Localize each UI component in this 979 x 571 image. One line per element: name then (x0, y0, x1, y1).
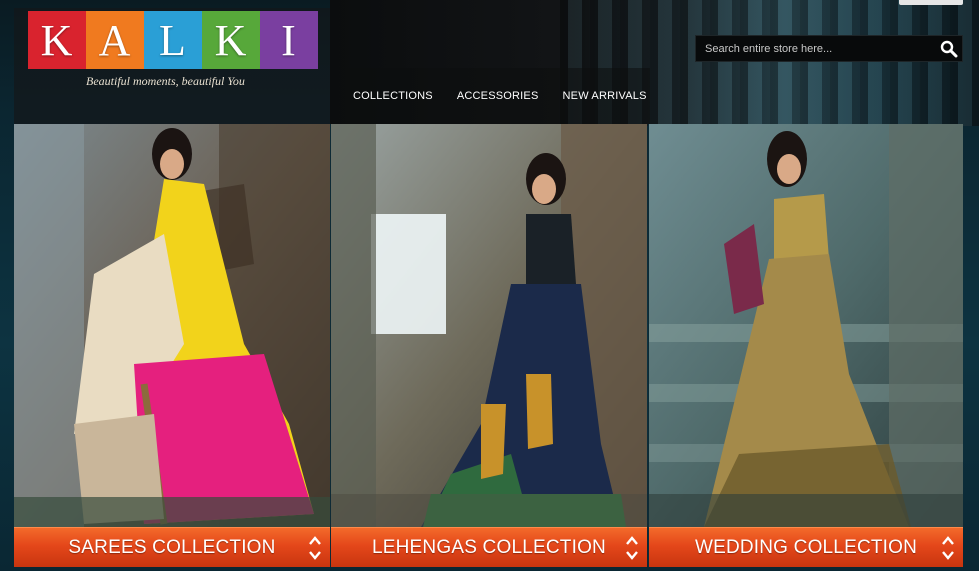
logo-letter: K (202, 11, 260, 69)
sarees-collection-label: SAREES COLLECTION (68, 536, 276, 558)
search-icon[interactable] (940, 40, 958, 58)
wedding-collection-bar[interactable]: WEDDING COLLECTION (649, 527, 963, 567)
expand-arrows-icon[interactable] (625, 534, 639, 562)
logo-area[interactable]: K A L K I Beautiful moments, beautiful Y… (14, 8, 330, 124)
sarees-photo[interactable] (14, 124, 330, 527)
wedding-collection-label: WEDDING COLLECTION (694, 536, 918, 558)
logo-letter: A (86, 11, 144, 69)
wedding-photo[interactable] (649, 124, 963, 527)
sarees-panel[interactable]: SAREES COLLECTION (14, 124, 330, 567)
logo-letter: I (260, 11, 318, 69)
expand-arrows-icon[interactable] (941, 534, 955, 562)
nav-accessories[interactable]: ACCESSORIES (457, 90, 539, 102)
utility-links[interactable] (899, 0, 963, 5)
panel-divider (648, 124, 649, 567)
sarees-collection-bar[interactable]: SAREES COLLECTION (14, 527, 330, 567)
lehengas-photo[interactable] (331, 124, 647, 527)
lehengas-collection-bar[interactable]: LEHENGAS COLLECTION (331, 527, 647, 567)
logo[interactable]: K A L K I (28, 11, 318, 69)
lehengas-panel[interactable]: LEHENGAS COLLECTION (331, 124, 647, 567)
wedding-panel[interactable]: WEDDING COLLECTION (649, 124, 963, 567)
search-box (695, 35, 963, 62)
search-input[interactable] (696, 36, 932, 61)
lehengas-collection-label: LEHENGAS COLLECTION (372, 536, 606, 558)
main-nav: COLLECTIONS ACCESSORIES NEW ARRIVALS (330, 68, 650, 124)
expand-arrows-icon[interactable] (308, 534, 322, 562)
panel-divider (330, 124, 331, 567)
nav-collections[interactable]: COLLECTIONS (353, 90, 433, 102)
logo-letter: K (28, 11, 86, 69)
logo-letter: L (144, 11, 202, 69)
nav-new-arrivals[interactable]: NEW ARRIVALS (563, 90, 647, 102)
tagline: Beautiful moments, beautiful You (86, 74, 245, 88)
